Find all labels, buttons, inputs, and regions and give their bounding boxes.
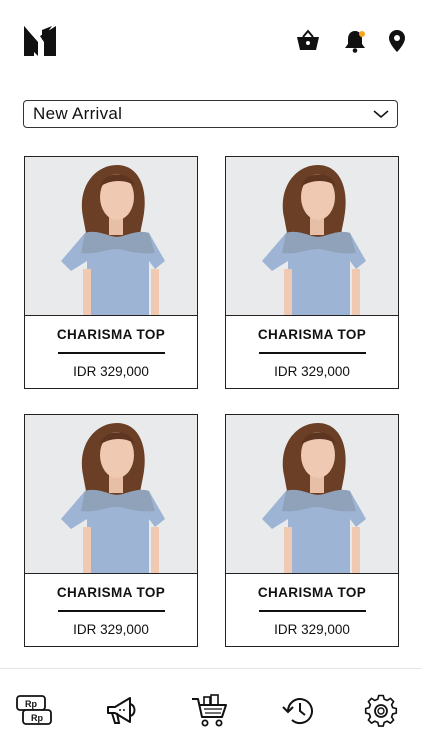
divider: [259, 610, 366, 612]
product-card[interactable]: CHARISMA TOP IDR 329,000: [24, 414, 198, 647]
product-image: [226, 157, 398, 316]
divider: [58, 610, 165, 612]
app-header: [0, 0, 422, 84]
product-name: CHARISMA TOP: [56, 585, 166, 600]
product-card[interactable]: CHARISMA TOP IDR 329,000: [225, 414, 399, 647]
rp-bottom-label: Rp: [31, 713, 43, 723]
product-image: [25, 157, 197, 316]
product-price: IDR 329,000: [274, 622, 350, 637]
product-name: CHARISMA TOP: [56, 327, 166, 342]
megaphone-icon[interactable]: [102, 693, 142, 729]
divider: [58, 352, 165, 354]
product-name: CHARISMA TOP: [257, 585, 367, 600]
product-image: [226, 415, 398, 574]
bottom-navigation: Rp Rp: [0, 668, 422, 751]
product-price: IDR 329,000: [274, 364, 350, 379]
category-dropdown[interactable]: New Arrival: [23, 100, 398, 128]
product-price: IDR 329,000: [73, 622, 149, 637]
divider: [259, 352, 366, 354]
rp-top-label: Rp: [25, 699, 37, 709]
currency-icon[interactable]: Rp Rp: [14, 693, 54, 729]
notification-badge: [359, 31, 365, 37]
product-image: [25, 415, 197, 574]
product-price: IDR 329,000: [73, 364, 149, 379]
basket-icon[interactable]: [295, 28, 321, 54]
product-card[interactable]: CHARISMA TOP IDR 329,000: [24, 156, 198, 389]
location-pin-icon[interactable]: [384, 28, 410, 54]
cart-icon[interactable]: [190, 693, 230, 729]
dropdown-selected-value: New Arrival: [33, 104, 123, 123]
product-name: CHARISMA TOP: [257, 327, 367, 342]
chevron-down-icon: [373, 110, 389, 119]
brand-logo-icon[interactable]: [22, 24, 58, 58]
history-icon[interactable]: [279, 693, 319, 729]
settings-icon[interactable]: [361, 693, 401, 729]
product-card[interactable]: CHARISMA TOP IDR 329,000: [225, 156, 399, 389]
